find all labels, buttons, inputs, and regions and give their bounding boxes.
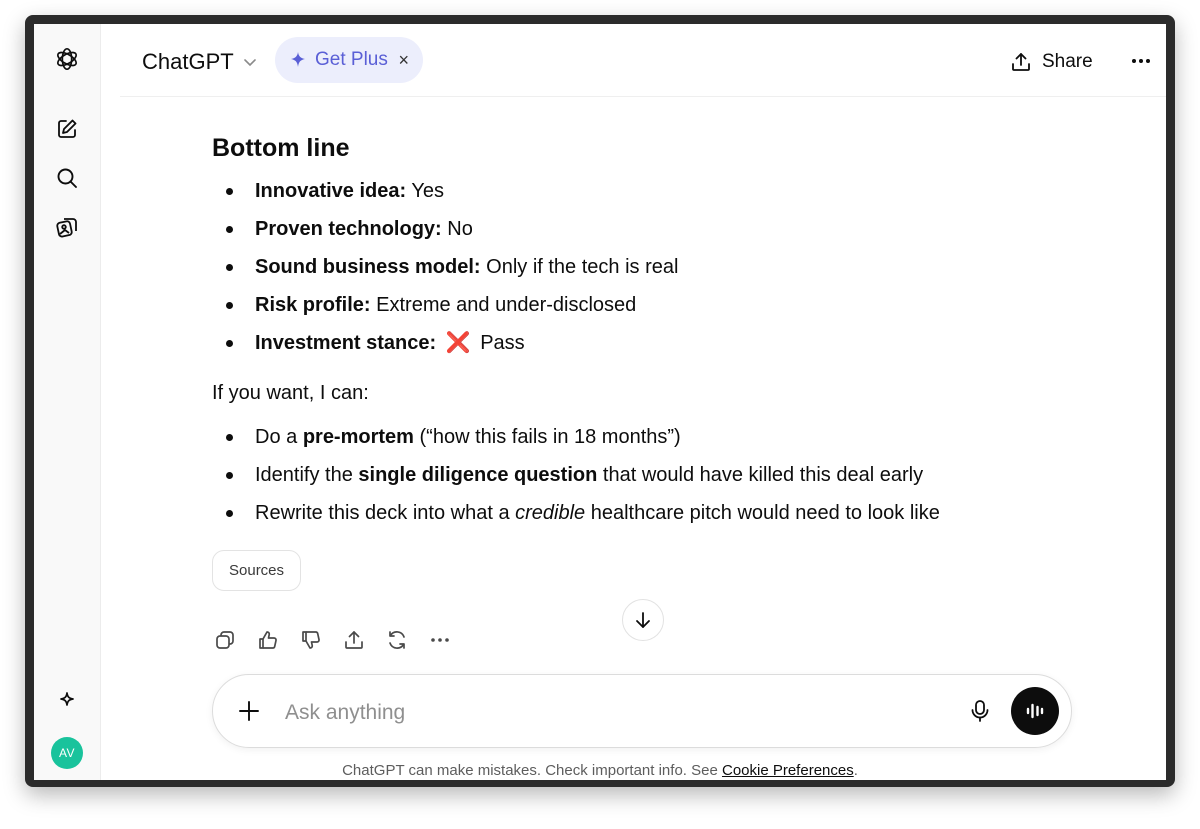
header: ChatGPT Get Plus × Share	[120, 24, 1166, 97]
cookie-preferences-link[interactable]: Cookie Preferences	[722, 762, 854, 779]
share-icon[interactable]	[341, 627, 367, 653]
microphone-button[interactable]	[969, 699, 991, 728]
composer	[212, 674, 1072, 748]
chevron-down-icon	[243, 59, 256, 67]
search-icon[interactable]	[54, 165, 80, 191]
list-item: Innovative idea: Yes	[212, 172, 1112, 210]
more-options-icon[interactable]	[427, 627, 453, 653]
new-chat-icon[interactable]	[54, 116, 80, 142]
disclaimer: ChatGPT can make mistakes. Check importa…	[342, 762, 858, 779]
assistant-message: Bottom line Innovative idea: Yes Proven …	[212, 124, 1112, 591]
share-icon	[1012, 53, 1030, 71]
scroll-down-button[interactable]	[622, 599, 664, 641]
thumbs-down-icon[interactable]	[298, 627, 324, 653]
regenerate-icon[interactable]	[384, 627, 410, 653]
sparkle-icon[interactable]	[54, 688, 80, 714]
list-item: Sound business model: Only if the tech i…	[212, 248, 1112, 286]
microphone-icon	[971, 700, 989, 722]
voice-mode-button[interactable]	[1011, 687, 1059, 735]
add-attachment-button[interactable]	[237, 699, 261, 728]
thumbs-up-icon[interactable]	[255, 627, 281, 653]
openai-logo-icon[interactable]	[54, 46, 80, 72]
offers-list: Do a pre-mortem (“how this fails in 18 m…	[212, 418, 1112, 532]
get-plus-button[interactable]: Get Plus ×	[275, 37, 423, 83]
list-item: Investment stance: ❌ Pass	[212, 324, 1112, 362]
sparkle-icon	[291, 52, 305, 67]
cross-mark-icon: ❌	[445, 332, 471, 354]
model-picker[interactable]: ChatGPT	[142, 46, 258, 78]
list-item: Proven technology: No	[212, 210, 1112, 248]
plus-icon	[239, 701, 259, 721]
copy-icon[interactable]	[212, 627, 238, 653]
share-label: Share	[1042, 51, 1093, 72]
close-icon[interactable]: ×	[398, 50, 409, 71]
prompt-input[interactable]	[283, 695, 927, 731]
list-item: Rewrite this deck into what a credible h…	[212, 494, 1112, 532]
share-button[interactable]: Share	[1010, 48, 1093, 76]
message-actions	[212, 627, 453, 653]
sources-button[interactable]: Sources	[212, 550, 302, 591]
waveform-icon	[1026, 703, 1044, 719]
message-heading: Bottom line	[212, 134, 350, 162]
library-icon[interactable]	[54, 214, 80, 240]
arrow-down-icon	[636, 612, 650, 628]
summary-list: Innovative idea: Yes Proven technology: …	[212, 172, 1112, 362]
chat-window: AV ChatGPT Get Plus × Share Bottom line …	[34, 24, 1166, 780]
list-item: Do a pre-mortem (“how this fails in 18 m…	[212, 418, 1112, 456]
offers-intro: If you want, I can:	[212, 382, 369, 404]
list-item: Risk profile: Extreme and under-disclose…	[212, 286, 1112, 324]
get-plus-label: Get Plus	[315, 49, 388, 70]
sidebar: AV	[34, 24, 101, 780]
more-options-icon[interactable]	[1130, 50, 1152, 77]
model-name: ChatGPT	[142, 49, 234, 74]
list-item: Identify the single diligence question t…	[212, 456, 1112, 494]
